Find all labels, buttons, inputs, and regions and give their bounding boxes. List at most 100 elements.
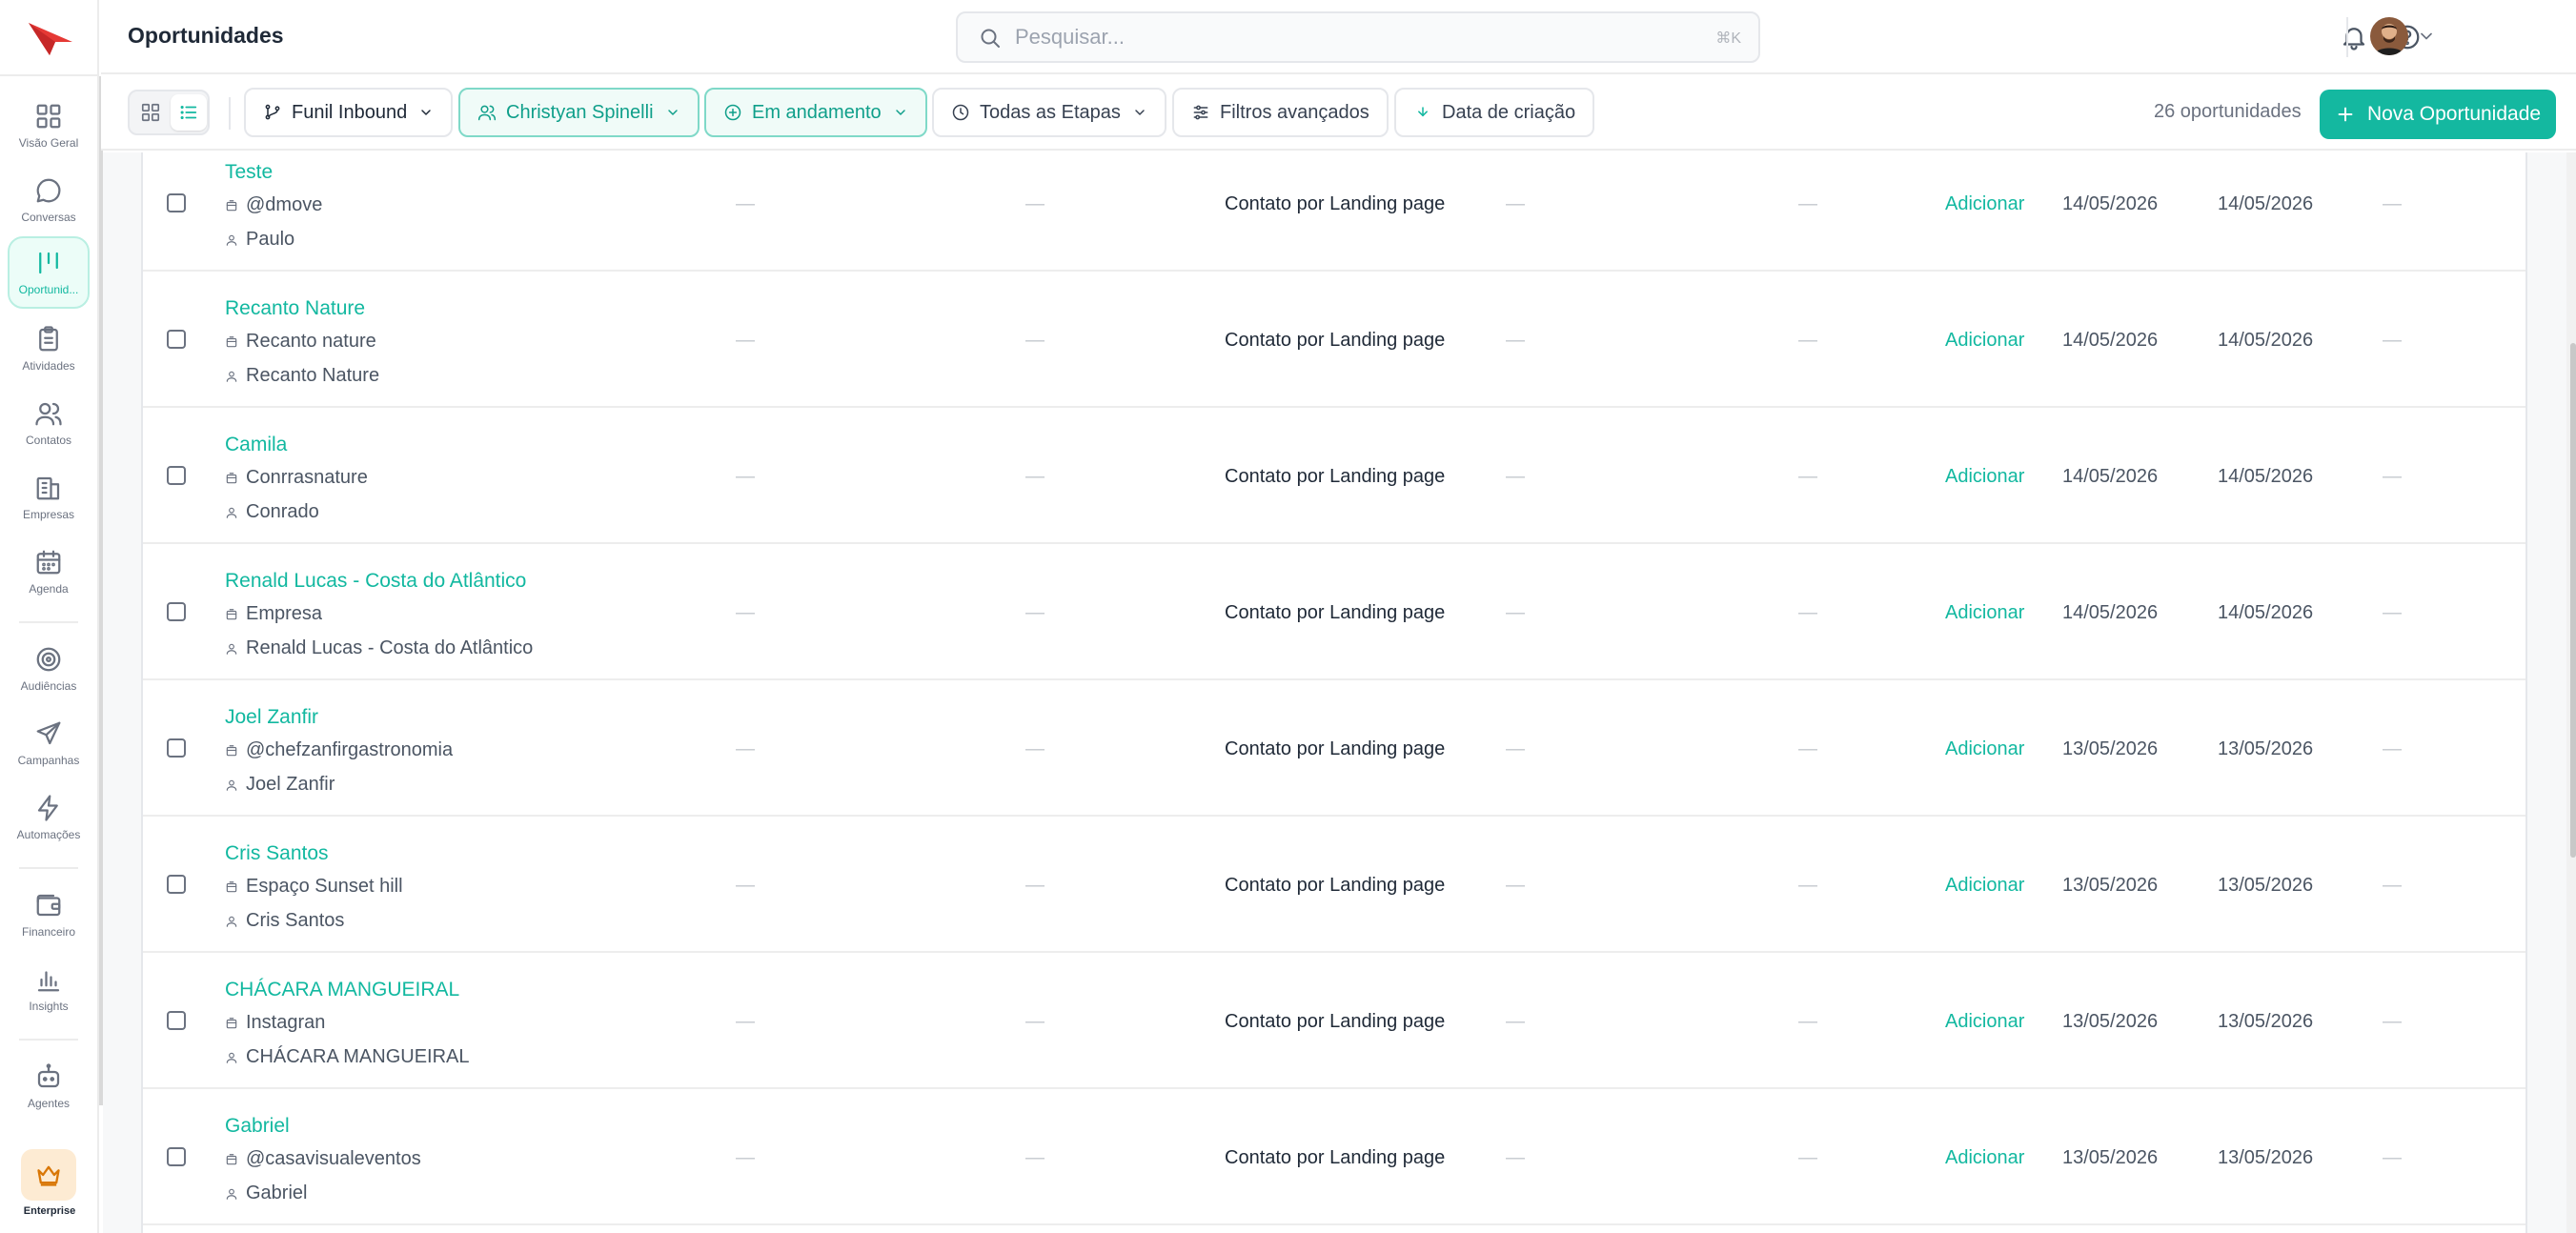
add-value-link[interactable]: Adicionar (1945, 466, 2024, 488)
origin-cell: Contato por Landing page (1225, 738, 1446, 759)
empty-cell: — (2383, 466, 2402, 487)
add-value-link[interactable]: Adicionar (1945, 1011, 2024, 1033)
add-value-link[interactable]: Adicionar (1945, 193, 2024, 215)
advanced-filters-button[interactable]: Filtros avançados (1172, 88, 1389, 137)
sidebar-item-contatos[interactable]: Contatos (8, 387, 90, 459)
sidebar-divider (19, 621, 78, 623)
sort-label: Data de criação (1442, 101, 1576, 123)
sidebar-item-conversas[interactable]: Conversas (8, 164, 90, 236)
sidebar-item-campanhas[interactable]: Campanhas (8, 707, 90, 779)
opportunity-name-link[interactable]: Renald Lucas - Costa do Atlântico (225, 570, 526, 593)
top-header: Oportunidades ⌘K (101, 0, 2576, 74)
search-box[interactable]: ⌘K (956, 11, 1760, 63)
plus-icon (2338, 107, 2353, 122)
list-view-button[interactable] (171, 94, 207, 131)
row-checkbox[interactable] (167, 1011, 186, 1030)
table-row[interactable]: Renald Lucas - Costa do Atlântico Empresa… (143, 544, 2525, 680)
status-filter[interactable]: Em andamento (704, 88, 927, 137)
stage-filter[interactable]: Todas as Etapas (932, 88, 1166, 137)
sidebar-item-agentes[interactable]: Agentes (8, 1050, 90, 1122)
opportunity-name-link[interactable]: Camila (225, 434, 287, 456)
add-value-link[interactable]: Adicionar (1945, 602, 2024, 624)
company-name: @chefzanfirgastronomia (246, 739, 454, 760)
user-icon (226, 1052, 237, 1063)
opportunity-name-link[interactable]: Joel Zanfir (225, 706, 318, 729)
sort-button[interactable]: Data de criação (1394, 88, 1595, 137)
building-icon (226, 744, 237, 756)
company-line: Recanto nature (225, 331, 376, 353)
opportunity-name-link[interactable]: Teste (225, 161, 273, 184)
created-date: 13/05/2026 (2062, 1011, 2159, 1032)
company-line: Espaço Sunset hill (225, 876, 403, 898)
user-icon (226, 234, 237, 246)
row-checkbox[interactable] (167, 875, 186, 894)
add-value-link[interactable]: Adicionar (1945, 1147, 2024, 1169)
table-row[interactable]: Gabriel @casavisualeventos Gabriel — — Contat… (143, 1089, 2525, 1225)
row-checkbox[interactable] (167, 602, 186, 621)
plan-badge[interactable] (21, 1149, 76, 1201)
sidebar-item-label: Oportunid... (18, 283, 79, 296)
opportunity-name-link[interactable]: Gabriel (225, 1115, 290, 1138)
empty-cell: — (2383, 1011, 2402, 1032)
sidebar-item-insights[interactable]: Insights (8, 953, 90, 1025)
table-row[interactable]: Cris Santos Espaço Sunset hill Cris Santos… (143, 817, 2525, 953)
pipeline-filter[interactable]: Funil Inbound (244, 88, 454, 137)
company-name: @casavisualeventos (246, 1148, 421, 1169)
account-menu-chevron[interactable] (2417, 27, 2436, 46)
row-checkbox[interactable] (167, 193, 186, 212)
sidebar-item-automacoes[interactable]: Automações (8, 781, 90, 854)
table-row[interactable]: Teste @dmove Paulo — — Contato por Landing pa… (143, 152, 2525, 272)
contact-name: Joel Zanfir (246, 774, 335, 795)
building-icon (226, 608, 237, 619)
owner-filter[interactable]: Christyan Spinelli (458, 88, 700, 137)
row-checkbox[interactable] (167, 738, 186, 758)
empty-cell: — (1798, 1011, 1817, 1032)
empty-cell: — (1025, 330, 1045, 351)
kanban-view-button[interactable] (132, 94, 169, 131)
search-input[interactable] (1015, 23, 1663, 51)
sidebar-item-visao-geral[interactable]: Visão Geral (8, 90, 90, 162)
contact-name: Paulo (246, 229, 295, 250)
dashboard-icon (36, 104, 61, 129)
sidebar-item-financeiro[interactable]: Financeiro (8, 879, 90, 951)
opportunity-name-link[interactable]: CHÁCARA MANGUEIRAL (225, 979, 459, 1001)
sidebar-item-empresas[interactable]: Empresas (8, 461, 90, 534)
add-value-link[interactable]: Adicionar (1945, 330, 2024, 352)
users-icon (477, 105, 497, 121)
row-checkbox[interactable] (167, 1147, 186, 1166)
empty-cell: — (2383, 602, 2402, 623)
sidebar-item-label: Contatos (25, 434, 72, 447)
table-row[interactable]: CHÁCARA MANGUEIRAL Instagran CHÁCARA MANGU… (143, 953, 2525, 1089)
sidebar-item-audiencias[interactable]: Audiências (8, 633, 90, 705)
table-row[interactable]: Camila Conrrasnature Conrado — — Contato por … (143, 408, 2525, 544)
row-checkbox[interactable] (167, 330, 186, 349)
send-icon (36, 721, 61, 745)
company-line: @chefzanfirgastronomia (225, 739, 453, 761)
empty-cell: — (736, 466, 755, 487)
sidebar-item-label: Automações (16, 828, 81, 841)
content-scrollbar-thumb[interactable] (2570, 343, 2576, 858)
notifications-button[interactable] (2340, 23, 2368, 51)
add-value-link[interactable]: Adicionar (1945, 875, 2024, 897)
new-opportunity-button[interactable]: Nova Oportunidade (2320, 90, 2556, 139)
avatar[interactable] (2370, 17, 2408, 55)
sidebar-item-atividades[interactable]: Atividades (8, 313, 90, 385)
lightning-icon (37, 795, 58, 821)
empty-cell: — (1025, 466, 1045, 487)
opportunity-name-link[interactable]: Cris Santos (225, 842, 329, 865)
empty-cell: — (1798, 738, 1817, 759)
table-row[interactable]: Recanto Nature Recanto nature Recanto Natu… (143, 272, 2525, 408)
sidebar-divider (19, 867, 78, 869)
sliders-icon (1193, 105, 1208, 120)
robot-icon (37, 1063, 60, 1088)
table-row[interactable]: Joel Zanfir @chefzanfirgastronomia Joel Za… (143, 680, 2525, 817)
app-logo-icon[interactable] (27, 17, 74, 57)
sidebar-item-label: Agentes (27, 1097, 71, 1110)
opportunity-name-link[interactable]: Recanto Nature (225, 297, 365, 320)
add-value-link[interactable]: Adicionar (1945, 738, 2024, 760)
sidebar-item-oportunidades[interactable]: Oportunid... (8, 236, 90, 309)
calendar-icon (36, 550, 61, 575)
company-name: Espaço Sunset hill (246, 876, 403, 897)
row-checkbox[interactable] (167, 466, 186, 485)
sidebar-item-agenda[interactable]: Agenda (8, 536, 90, 608)
